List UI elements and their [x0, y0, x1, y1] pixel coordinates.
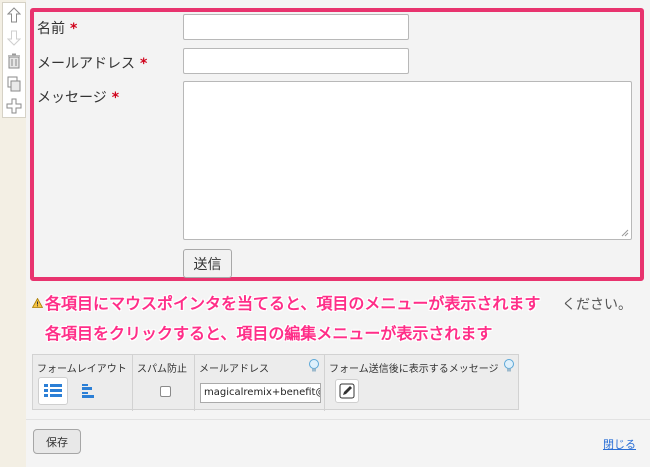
add-icon[interactable]: [5, 97, 23, 115]
layout-inline-button[interactable]: [74, 377, 104, 405]
form-preview[interactable]: 名前 * メールアドレス * メッセージ * 送信: [30, 8, 644, 281]
footer-divider: [26, 419, 650, 420]
arrow-up-icon[interactable]: [5, 6, 23, 24]
thanks-message-setting: フォーム送信後に表示するメッセージ: [325, 355, 519, 411]
layout-inline-icon: [82, 384, 94, 398]
form-layout-setting: フォームレイアウト: [33, 355, 133, 411]
form-settings-bar: フォームレイアウト スパム防止 メールアドレス magicalremix+ben…: [32, 354, 519, 411]
email-setting: メールアドレス magicalremix+benefit@: [195, 355, 325, 411]
name-field-label: 名前 *: [37, 21, 78, 37]
edit-message-button[interactable]: [335, 379, 359, 403]
arrow-down-icon[interactable]: [5, 29, 23, 47]
name-input[interactable]: [183, 14, 409, 40]
message-textarea[interactable]: [183, 81, 632, 240]
lightbulb-icon[interactable]: [308, 359, 320, 373]
annotation-line-1: 各項目にマウスポインタを当てると、項目のメニューが表示されます: [45, 294, 541, 313]
resize-grip-icon[interactable]: [620, 228, 629, 237]
required-mark: *: [111, 90, 120, 106]
spam-checkbox[interactable]: [160, 386, 171, 397]
thanks-message-label: フォーム送信後に表示するメッセージ: [329, 364, 499, 375]
required-mark: *: [70, 21, 78, 37]
duplicate-icon[interactable]: [5, 75, 23, 93]
notification-email-input[interactable]: magicalremix+benefit@: [200, 383, 321, 403]
email-field-label: メールアドレス *: [37, 56, 148, 72]
form-layout-label: フォームレイアウト: [37, 364, 127, 375]
pencil-icon: [339, 383, 355, 399]
close-link[interactable]: 閉じる: [603, 436, 636, 452]
email-input[interactable]: [183, 48, 409, 74]
email-setting-label: メールアドレス: [199, 364, 269, 375]
submit-button[interactable]: 送信: [183, 249, 232, 278]
trash-icon[interactable]: [5, 52, 23, 70]
annotation-line-2: 各項目をクリックすると、項目の編集メニューが表示されます: [45, 324, 493, 343]
layout-stacked-icon: [44, 384, 62, 397]
warning-icon: [32, 298, 43, 308]
item-toolbar: [2, 2, 26, 118]
required-mark: *: [140, 56, 148, 72]
spam-setting: スパム防止: [133, 355, 195, 411]
spam-label: スパム防止: [137, 364, 187, 375]
save-button[interactable]: 保存: [33, 429, 81, 454]
message-field-label: メッセージ *: [37, 90, 120, 106]
layout-stacked-button[interactable]: [38, 377, 68, 405]
notice-text-tail: ください。: [562, 297, 632, 313]
lightbulb-icon[interactable]: [503, 359, 515, 373]
